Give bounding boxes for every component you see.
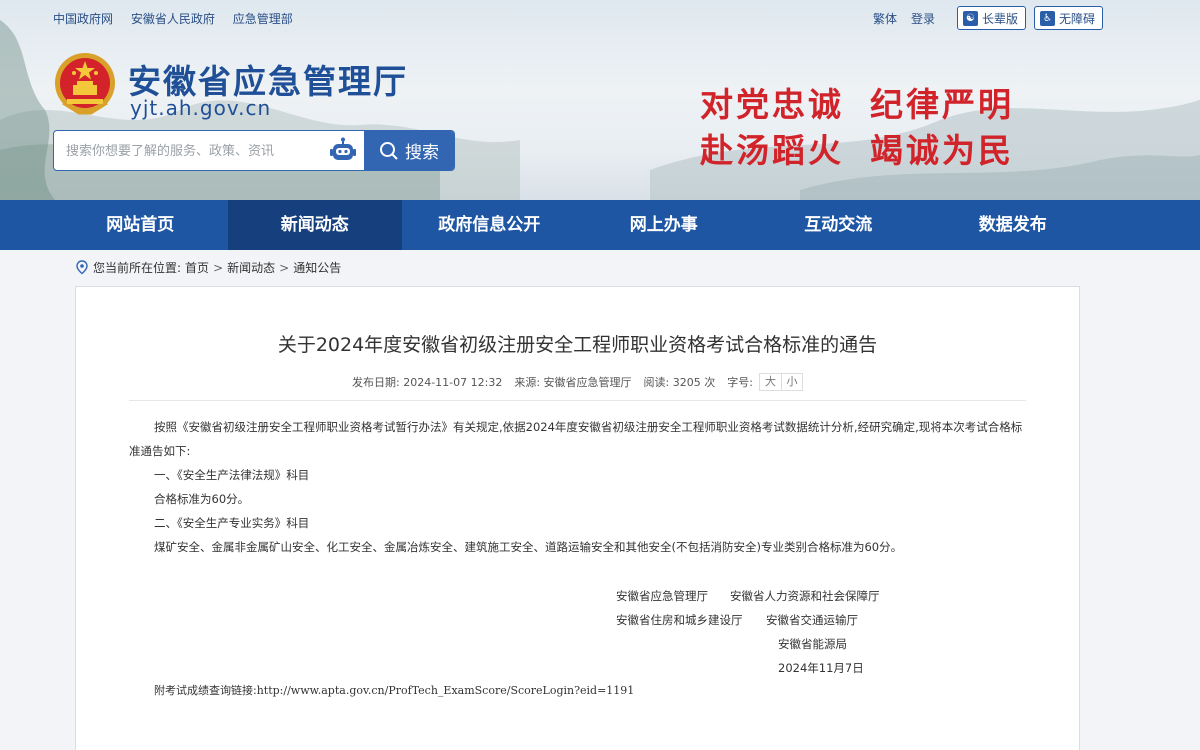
slogan-phrase: 赴汤蹈火 — [700, 131, 844, 170]
slogan-line-1: 对党忠诚 纪律严明 — [700, 78, 1040, 126]
score-query-label: 附考试成绩查询链接: — [154, 684, 257, 697]
slogan-line-2: 赴汤蹈火 竭诚为民 — [700, 124, 1040, 172]
breadcrumb-prefix: 您当前所在位置: — [93, 261, 182, 275]
slogan-phrase: 纪律严明 — [870, 85, 1014, 124]
national-emblem-icon — [55, 53, 115, 115]
item1-title: 一、《安全生产法律法规》科目 — [154, 468, 310, 482]
nav-item-interaction[interactable]: 互动交流 — [751, 200, 926, 250]
article-intro: 按照《安徽省初级注册安全工程师职业资格考试暂行办法》有关规定,依据2024年度安… — [129, 420, 1023, 458]
elder-icon: ☯ — [962, 10, 978, 26]
signature-org: 安徽省交通运输厅 — [766, 613, 858, 627]
top-link-gov[interactable]: 中国政府网 — [53, 12, 113, 26]
slogan-phrase: 对党忠诚 — [700, 85, 844, 124]
signature-org: 安徽省应急管理厅 — [616, 589, 708, 603]
signature-date: 2024年11月7日 — [778, 661, 864, 675]
location-pin-icon — [76, 260, 88, 275]
breadcrumb-notices[interactable]: 通知公告 — [293, 259, 341, 276]
font-size-large-button[interactable]: 大 — [758, 373, 781, 391]
signature-org: 安徽省能源局 — [778, 637, 847, 651]
top-links: 中国政府网 安徽省人民政府 应急管理部 — [53, 10, 307, 27]
top-link-province[interactable]: 安徽省人民政府 — [131, 12, 215, 26]
title-divider — [129, 400, 1026, 401]
slogan-phrase: 竭诚为民 — [870, 131, 1014, 170]
article-body: 按照《安徽省初级注册安全工程师职业资格考试暂行办法》有关规定,依据2024年度安… — [129, 415, 1029, 559]
breadcrumb-separator: > — [279, 260, 290, 275]
search-button-label: 搜索 — [405, 143, 439, 163]
site-url: yjt.ah.gov.cn — [130, 96, 272, 120]
search-button[interactable]: 搜索 — [364, 131, 454, 170]
robot-assistant-icon[interactable] — [329, 137, 357, 165]
nav-item-news[interactable]: 新闻动态 — [227, 200, 402, 250]
accessibility-label: 无障碍 — [1058, 11, 1095, 26]
wheelchair-icon: ♿ — [1039, 10, 1055, 26]
elder-mode-label: 长辈版 — [981, 11, 1018, 26]
nav-item-gov-info[interactable]: 政府信息公开 — [402, 200, 577, 250]
article-source: 来源: 安徽省应急管理厅 — [514, 376, 632, 389]
article-meta: 发布日期: 2024-11-07 12:32 来源: 安徽省应急管理厅 阅读: … — [76, 373, 1079, 391]
top-link-ministry[interactable]: 应急管理部 — [233, 12, 293, 26]
font-size-label: 字号: — [727, 376, 753, 389]
nav-item-online-service[interactable]: 网上办事 — [577, 200, 752, 250]
item2-title: 二、《安全生产专业实务》科目 — [154, 516, 310, 530]
search-bar: 搜索 — [53, 130, 455, 171]
search-icon — [380, 141, 398, 160]
font-size-small-button[interactable]: 小 — [780, 373, 803, 391]
view-count: 阅读: 3205 次 — [643, 376, 716, 389]
breadcrumb-news[interactable]: 新闻动态 — [227, 259, 275, 276]
main-nav: 网站首页 新闻动态 政府信息公开 网上办事 互动交流 数据发布 — [0, 200, 1200, 250]
article-title: 关于2024年度安徽省初级注册安全工程师职业资格考试合格标准的通告 — [277, 334, 878, 356]
site-header: 中国政府网 安徽省人民政府 应急管理部 繁体 登录 ☯ 长辈版 ♿ 无障碍 安徽… — [0, 0, 1200, 200]
item1-value: 合格标准为60分。 — [154, 492, 250, 506]
article-panel: 关于2024年度安徽省初级注册安全工程师职业资格考试合格标准的通告 发布日期: … — [75, 286, 1080, 750]
accessibility-button[interactable]: ♿ 无障碍 — [1033, 6, 1103, 30]
breadcrumb: 您当前所在位置: 首页 > 新闻动态 > 通知公告 — [75, 259, 341, 276]
login-link[interactable]: 登录 — [911, 10, 935, 27]
elder-mode-button[interactable]: ☯ 长辈版 — [956, 6, 1026, 30]
item2-value: 煤矿安全、金属非金属矿山安全、化工安全、金属冶炼安全、建筑施工安全、道路运输安全… — [154, 540, 903, 554]
top-right-tools: 繁体 登录 ☯ 长辈版 ♿ 无障碍 — [873, 6, 1103, 30]
score-query-url[interactable]: http://www.apta.gov.cn/ProfTech_ExamScor… — [257, 684, 635, 697]
signature-org: 安徽省住房和城乡建设厅 — [616, 613, 743, 627]
score-query-line: 附考试成绩查询链接:http://www.apta.gov.cn/ProfTec… — [154, 682, 634, 698]
search-input[interactable] — [54, 131, 324, 170]
breadcrumb-home[interactable]: 首页 — [185, 259, 209, 276]
nav-item-data-release[interactable]: 数据发布 — [926, 200, 1101, 250]
nav-item-home[interactable]: 网站首页 — [53, 200, 228, 250]
traditional-chinese-link[interactable]: 繁体 — [873, 10, 897, 27]
publish-date: 发布日期: 2024-11-07 12:32 — [352, 376, 503, 389]
breadcrumb-separator: > — [213, 260, 224, 275]
signature-org: 安徽省人力资源和社会保障厅 — [730, 589, 880, 603]
